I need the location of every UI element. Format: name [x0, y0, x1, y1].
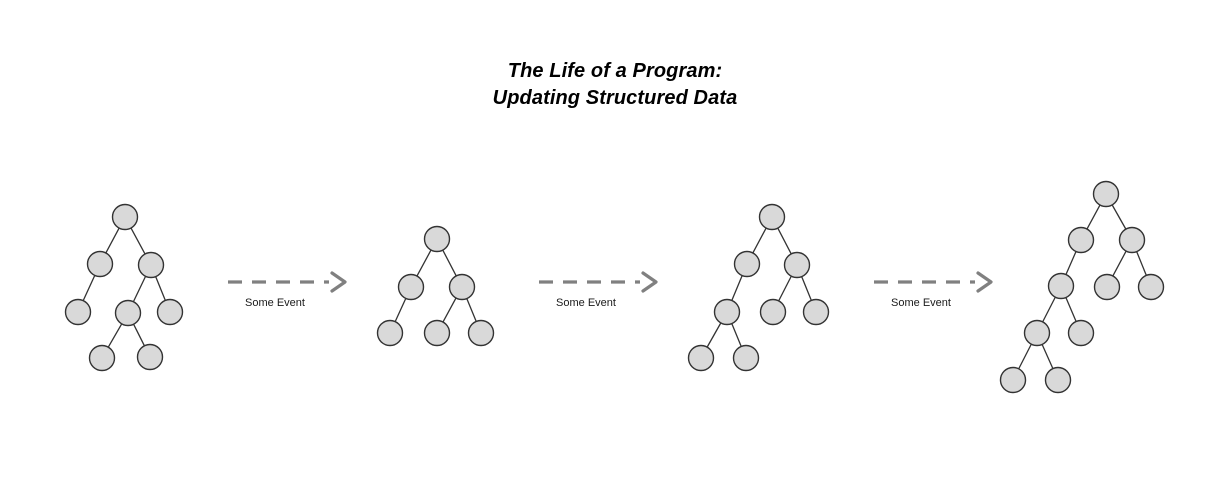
tree-edge	[132, 275, 147, 303]
tree-edge	[442, 297, 457, 323]
tree-node[interactable]	[137, 251, 165, 279]
tree-edge	[442, 249, 457, 277]
tree-node[interactable]	[1047, 272, 1075, 300]
arrow-head-icon	[976, 271, 993, 293]
tree-edge	[777, 227, 792, 255]
tree-edge	[801, 276, 812, 301]
tree-edge	[1111, 204, 1127, 230]
diagram-canvas: The Life of a Program: Updating Structur…	[0, 0, 1230, 501]
tree-state-1	[64, 203, 184, 372]
tree-node[interactable]	[1023, 319, 1051, 347]
tree-state-2	[376, 225, 495, 347]
tree-edge	[1042, 296, 1056, 323]
tree-node[interactable]	[467, 319, 495, 347]
tree-edge	[1086, 204, 1101, 230]
tree-edge	[1041, 344, 1054, 369]
tree-node[interactable]	[1092, 180, 1120, 208]
tree-node[interactable]	[1118, 226, 1146, 254]
tree-edge	[133, 323, 145, 347]
tree-edge	[1018, 343, 1032, 370]
tree-nodes	[687, 203, 830, 372]
transition-label: Some Event	[891, 297, 951, 309]
tree-edge	[778, 275, 792, 302]
tree-edges	[706, 227, 812, 348]
tree-nodes	[64, 203, 184, 372]
tree-edge	[394, 298, 407, 322]
tree-edge	[1065, 251, 1077, 275]
tree-node[interactable]	[111, 203, 139, 231]
transition-2: Some Event	[539, 271, 658, 309]
tree-node[interactable]	[397, 273, 425, 301]
tree-stages-layer	[64, 180, 1165, 394]
tree-node[interactable]	[1067, 226, 1095, 254]
tree-nodes	[376, 225, 495, 347]
tree-node[interactable]	[88, 344, 116, 372]
transition-3: Some Event	[874, 271, 993, 309]
tree-edge	[155, 276, 166, 301]
tree-edge	[1065, 297, 1077, 322]
tree-node[interactable]	[732, 344, 760, 372]
tree-edge	[82, 275, 96, 301]
tree-node[interactable]	[136, 343, 164, 371]
tree-sequence-svg: Some Event Some Event Some Event	[64, 180, 1165, 394]
tree-node[interactable]	[86, 250, 114, 278]
tree-state-3	[687, 203, 830, 372]
tree-node[interactable]	[156, 298, 184, 326]
tree-node[interactable]	[1137, 273, 1165, 301]
transition-label: Some Event	[245, 297, 305, 309]
tree-node[interactable]	[999, 366, 1027, 394]
tree-edge	[416, 249, 432, 277]
tree-edge	[731, 323, 742, 347]
tree-node[interactable]	[423, 319, 451, 347]
transition-label: Some Event	[556, 297, 616, 309]
tree-edge	[706, 322, 722, 348]
arrow-head-icon	[330, 271, 347, 293]
arrow-head-icon	[641, 271, 658, 293]
tree-node[interactable]	[759, 298, 787, 326]
transition-1: Some Event	[228, 271, 347, 309]
tree-node[interactable]	[758, 203, 786, 231]
tree-edge	[1136, 251, 1147, 276]
tree-edge	[731, 275, 743, 301]
tree-node[interactable]	[733, 250, 761, 278]
tree-nodes	[999, 180, 1165, 394]
tree-node[interactable]	[1093, 273, 1121, 301]
tree-state-4	[999, 180, 1165, 394]
tree-edge	[1112, 250, 1127, 277]
tree-node[interactable]	[1067, 319, 1095, 347]
tree-node[interactable]	[802, 298, 830, 326]
tree-node[interactable]	[783, 251, 811, 279]
tree-node[interactable]	[448, 273, 476, 301]
tree-node[interactable]	[713, 298, 741, 326]
tree-node[interactable]	[64, 298, 92, 326]
tree-node[interactable]	[687, 344, 715, 372]
tree-node[interactable]	[376, 319, 404, 347]
tree-edge	[752, 227, 767, 254]
tree-edge	[130, 227, 146, 255]
tree-edges	[82, 227, 166, 348]
tree-edge	[466, 298, 477, 322]
tree-node[interactable]	[114, 299, 142, 327]
tree-node[interactable]	[1044, 366, 1072, 394]
tree-node[interactable]	[423, 225, 451, 253]
tree-edge	[105, 227, 120, 254]
tree-edge	[107, 323, 123, 348]
transitions-layer: Some Event Some Event Some Event	[228, 271, 993, 309]
